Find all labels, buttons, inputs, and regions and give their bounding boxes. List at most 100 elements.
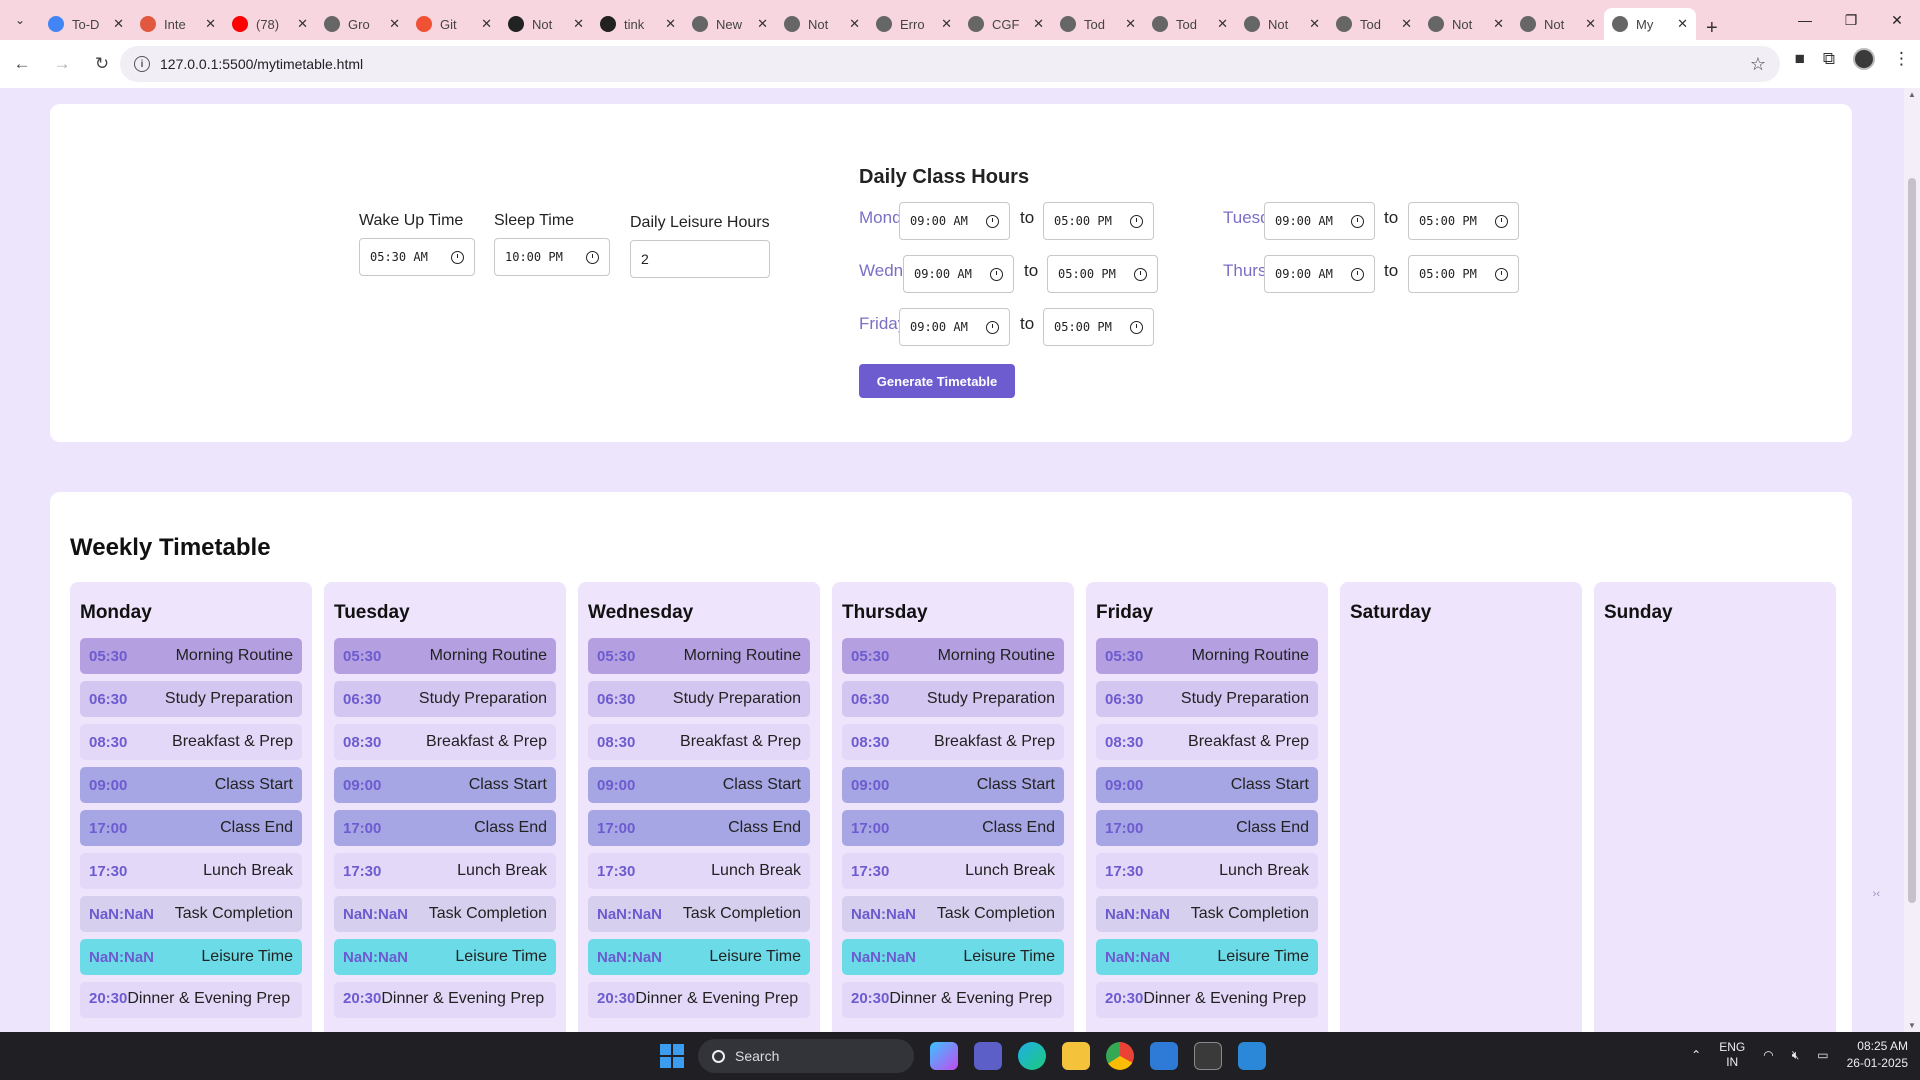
tab-close-icon[interactable]: ✕	[849, 16, 860, 32]
browser-tab[interactable]: Not ✕	[500, 8, 592, 40]
clock-icon[interactable]	[586, 250, 599, 264]
thursday-end-input[interactable]: 05:00 PM	[1408, 255, 1519, 293]
tab-close-icon[interactable]: ✕	[1493, 16, 1504, 32]
forward-icon[interactable]: →	[44, 46, 80, 82]
profile-avatar[interactable]	[1853, 48, 1875, 70]
browser-tab[interactable]: New ✕	[684, 8, 776, 40]
tab-close-icon[interactable]: ✕	[665, 16, 676, 32]
vscode-icon[interactable]	[1238, 1042, 1266, 1070]
tab-close-icon[interactable]: ✕	[297, 16, 308, 32]
clock-icon[interactable]	[1351, 267, 1364, 281]
tab-close-icon[interactable]: ✕	[389, 16, 400, 32]
wednesday-end-input[interactable]: 05:00 PM	[1047, 255, 1158, 293]
browser-tab[interactable]: Not ✕	[1420, 8, 1512, 40]
extension-icon[interactable]: ■	[1795, 49, 1805, 69]
browser-tab[interactable]: Gro ✕	[316, 8, 408, 40]
bookmark-star-icon[interactable]: ☆	[1750, 54, 1766, 75]
page-scrollbar[interactable]: ▲ ▼	[1904, 88, 1920, 1032]
address-bar[interactable]: i 127.0.0.1:5500/mytimetable.html ☆	[120, 46, 1780, 82]
file-explorer-icon[interactable]	[1062, 1042, 1090, 1070]
scrollbar-thumb[interactable]	[1908, 178, 1916, 903]
battery-icon[interactable]: ▭	[1817, 1048, 1828, 1062]
browser-tab[interactable]: Tod ✕	[1328, 8, 1420, 40]
tab-search-chevron-icon[interactable]: ⌄	[0, 0, 40, 40]
reload-icon[interactable]: ↻	[84, 46, 120, 82]
site-info-icon[interactable]: i	[134, 56, 150, 72]
tab-close-icon[interactable]: ✕	[1677, 16, 1688, 32]
clock-icon[interactable]	[1134, 267, 1147, 281]
tuesday-end-input[interactable]: 05:00 PM	[1408, 202, 1519, 240]
tab-close-icon[interactable]: ✕	[1585, 16, 1596, 32]
tab-close-icon[interactable]: ✕	[757, 16, 768, 32]
side-panel-toggle-icon[interactable]: ›‹	[1873, 888, 1880, 900]
clock-icon[interactable]	[986, 214, 999, 228]
volume-muted-icon[interactable]: 🔇︎	[1792, 1048, 1800, 1063]
clock-icon[interactable]	[1130, 214, 1143, 228]
tab-close-icon[interactable]: ✕	[113, 16, 124, 32]
language-indicator[interactable]: ENG IN	[1719, 1040, 1745, 1070]
monday-end-input[interactable]: 05:00 PM	[1043, 202, 1154, 240]
url-text[interactable]: 127.0.0.1:5500/mytimetable.html	[160, 56, 363, 72]
back-icon[interactable]: ←	[4, 46, 40, 82]
thursday-start-input[interactable]: 09:00 AM	[1264, 255, 1375, 293]
browser-tab[interactable]: tink ✕	[592, 8, 684, 40]
windows-start-icon[interactable]	[660, 1044, 684, 1068]
clock-icon[interactable]	[451, 250, 464, 264]
maximize-icon[interactable]: ❐	[1828, 0, 1874, 40]
friday-start-input[interactable]: 09:00 AM	[899, 308, 1010, 346]
browser-tab[interactable]: My ✕	[1604, 8, 1696, 40]
tuesday-start-input[interactable]: 09:00 AM	[1264, 202, 1375, 240]
clock-icon[interactable]	[1495, 214, 1508, 228]
clock-icon[interactable]	[990, 267, 1003, 281]
tab-close-icon[interactable]: ✕	[1217, 16, 1228, 32]
clock-icon[interactable]	[1351, 214, 1364, 228]
tab-close-icon[interactable]: ✕	[1033, 16, 1044, 32]
minimize-icon[interactable]: —	[1782, 0, 1828, 40]
clock-icon[interactable]	[986, 320, 999, 334]
sleep-time-input[interactable]: 10:00 PM	[494, 238, 610, 276]
timetable-slot: 06:30 Study Preparation	[588, 681, 810, 717]
taskbar-search[interactable]: Search	[698, 1039, 914, 1073]
friday-end-input[interactable]: 05:00 PM	[1043, 308, 1154, 346]
clock-icon[interactable]	[1130, 320, 1143, 334]
more-menu-icon[interactable]: ⋮	[1893, 49, 1910, 69]
wake-time-input[interactable]: 05:30 AM	[359, 238, 475, 276]
new-tab-button[interactable]: +	[1696, 17, 1728, 40]
browser-tab[interactable]: Not ✕	[1512, 8, 1604, 40]
copilot-icon[interactable]	[930, 1042, 958, 1070]
tab-close-icon[interactable]: ✕	[1309, 16, 1320, 32]
teams-icon[interactable]	[974, 1042, 1002, 1070]
monday-start-input[interactable]: 09:00 AM	[899, 202, 1010, 240]
notepad-icon[interactable]	[1150, 1042, 1178, 1070]
tab-close-icon[interactable]: ✕	[481, 16, 492, 32]
tray-chevron-icon[interactable]: ⌃	[1691, 1048, 1701, 1062]
tab-close-icon[interactable]: ✕	[1125, 16, 1136, 32]
tab-close-icon[interactable]: ✕	[941, 16, 952, 32]
browser-tab[interactable]: Tod ✕	[1052, 8, 1144, 40]
taskbar-clock[interactable]: 08:25 AM 26-01-2025	[1847, 1038, 1908, 1072]
tab-close-icon[interactable]: ✕	[1401, 16, 1412, 32]
browser-tab[interactable]: CGF ✕	[960, 8, 1052, 40]
browser-tab[interactable]: To-D ✕	[40, 8, 132, 40]
browser-tab[interactable]: Erro ✕	[868, 8, 960, 40]
clock-icon[interactable]	[1495, 267, 1508, 281]
browser-tab[interactable]: Tod ✕	[1144, 8, 1236, 40]
edge-icon[interactable]	[1018, 1042, 1046, 1070]
terminal-icon[interactable]	[1194, 1042, 1222, 1070]
close-window-icon[interactable]: ✕	[1874, 0, 1920, 40]
scroll-up-icon[interactable]: ▲	[1908, 90, 1916, 99]
browser-tab[interactable]: Inte ✕	[132, 8, 224, 40]
generate-timetable-button[interactable]: Generate Timetable	[859, 364, 1015, 398]
tab-close-icon[interactable]: ✕	[573, 16, 584, 32]
browser-tab[interactable]: Git ✕	[408, 8, 500, 40]
wifi-icon[interactable]: ◠	[1763, 1048, 1773, 1062]
tab-close-icon[interactable]: ✕	[205, 16, 216, 32]
chrome-icon[interactable]	[1106, 1042, 1134, 1070]
browser-tab[interactable]: Not ✕	[1236, 8, 1328, 40]
browser-tab[interactable]: (78) ✕	[224, 8, 316, 40]
puzzle-extensions-icon[interactable]: ⧉	[1823, 49, 1835, 69]
wednesday-start-input[interactable]: 09:00 AM	[903, 255, 1014, 293]
leisure-hours-input[interactable]: 2	[630, 240, 770, 278]
scroll-down-icon[interactable]: ▼	[1908, 1021, 1916, 1030]
browser-tab[interactable]: Not ✕	[776, 8, 868, 40]
